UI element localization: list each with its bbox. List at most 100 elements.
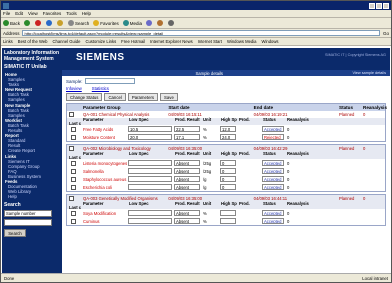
link-windows[interactable]: Windows: [262, 39, 279, 44]
high-spec-field[interactable]: [220, 218, 236, 224]
link-free-hotmail[interactable]: Free Hotmail: [121, 39, 145, 44]
high-spec-field[interactable]: 0: [220, 184, 236, 190]
status-field[interactable]: Accepted: [262, 160, 284, 166]
high-spec-field[interactable]: 0: [220, 160, 236, 166]
stop-button[interactable]: [35, 20, 42, 26]
menu-view[interactable]: View: [28, 11, 38, 16]
result-field[interactable]: Absent: [174, 160, 200, 166]
parameter-name[interactable]: Staphylococcus aureus: [81, 177, 127, 182]
parameter-name[interactable]: Free Fatty Acids: [81, 127, 127, 132]
result-field[interactable]: Absent: [174, 218, 200, 224]
result-field[interactable]: Absent: [174, 168, 200, 174]
low-spec-field[interactable]: [128, 160, 172, 166]
parameter-name[interactable]: Soya Modification: [81, 211, 127, 216]
status-field[interactable]: Accepted: [262, 126, 284, 132]
save-button[interactable]: Save: [160, 93, 178, 101]
parameter-checkbox[interactable]: [71, 168, 76, 174]
parameter-row[interactable]: Free Fatty Acids 10.5 22.5% 12.0 Accepted 0: [67, 125, 385, 133]
parameter-name[interactable]: Moisture Content: [81, 135, 127, 140]
search-input[interactable]: [4, 219, 52, 227]
status-field[interactable]: Accepted: [262, 184, 284, 190]
result-field[interactable]: Absent: [174, 184, 200, 190]
status-field[interactable]: Accepted: [262, 168, 284, 174]
result-field[interactable]: Absent: [174, 176, 200, 182]
menu-file[interactable]: File: [3, 11, 10, 16]
search-button[interactable]: Search: [68, 20, 89, 26]
high-spec-field[interactable]: 0: [220, 168, 236, 174]
parameter-row[interactable]: Staphylococcus aureus Absent/g 0 Accepted 0: [67, 175, 385, 183]
parameter-checkbox[interactable]: [71, 210, 76, 216]
maximize-button[interactable]: [376, 2, 382, 9]
link-windows-media[interactable]: Windows Media: [227, 39, 257, 44]
parameter-name[interactable]: Cuminus: [81, 219, 127, 224]
high-spec-field[interactable]: 12.0: [220, 126, 236, 132]
close-button[interactable]: [383, 2, 389, 9]
search-type-select[interactable]: Sample number: [4, 210, 52, 218]
parameter-checkbox[interactable]: [71, 160, 76, 166]
back-button[interactable]: Back: [3, 20, 20, 26]
media-button[interactable]: Media: [122, 20, 142, 26]
minimize-button[interactable]: [369, 2, 375, 9]
link-channel-guide[interactable]: Channel Guide: [53, 39, 81, 44]
result-field[interactable]: 17.1: [174, 134, 200, 140]
group-checkbox[interactable]: [69, 196, 74, 201]
low-spec-field[interactable]: [128, 176, 172, 182]
group-checkbox[interactable]: [69, 112, 74, 117]
menu-favorites[interactable]: Favorites: [43, 11, 62, 16]
print-button[interactable]: [168, 20, 175, 26]
high-spec-field[interactable]: [220, 210, 236, 216]
parameter-row[interactable]: Soya Modification Absent% Accepted 0: [67, 209, 385, 217]
parameter-checkbox[interactable]: [71, 176, 76, 182]
parameter-name[interactable]: Listeria monocytogenes: [81, 161, 127, 166]
link-ie-news[interactable]: Internet Explorer News: [150, 39, 193, 44]
low-spec-field[interactable]: [128, 184, 172, 190]
search-submit-button[interactable]: Search: [4, 229, 26, 238]
address-input[interactable]: http://localhost/lims/lims.tc4/default.a…: [21, 30, 380, 36]
result-field[interactable]: Absent: [174, 210, 200, 216]
sample-field[interactable]: [84, 78, 135, 84]
tab-statistics[interactable]: Statistics: [92, 86, 109, 91]
high-spec-field[interactable]: 24.0: [220, 134, 236, 140]
parameter-checkbox[interactable]: [71, 184, 76, 190]
status-field[interactable]: Accepted: [262, 176, 284, 182]
low-spec-field[interactable]: [128, 218, 172, 224]
tab-infoview[interactable]: Infoview: [66, 86, 82, 91]
link-customize-links[interactable]: Customize Links: [85, 39, 116, 44]
status-field[interactable]: Accepted: [262, 210, 284, 216]
sidebar-item[interactable]: Help: [4, 194, 60, 199]
mail-button[interactable]: [157, 20, 164, 26]
parameter-row[interactable]: Salmonella Absent/25g 0 Accepted 0: [67, 167, 385, 175]
parameter-checkbox[interactable]: [71, 218, 76, 224]
low-spec-field[interactable]: 10.5: [128, 126, 172, 132]
refresh-button[interactable]: [46, 20, 53, 26]
history-button[interactable]: [146, 20, 153, 26]
parameter-row[interactable]: Cuminus Absent% Accepted 0: [67, 217, 385, 225]
parameter-row[interactable]: Listeria monocytogenes Absent/25g 0 Accepte…: [67, 159, 385, 167]
parameter-row[interactable]: Escherichia coli Absent/g 0 Accepted 0: [67, 183, 385, 191]
parameter-name[interactable]: Salmonella: [81, 169, 127, 174]
favorites-button[interactable]: Favorites: [93, 20, 119, 26]
go-button[interactable]: Go: [383, 31, 389, 36]
group-checkbox[interactable]: [69, 146, 74, 151]
link-internet-start[interactable]: Internet Start: [198, 39, 222, 44]
parameters-button[interactable]: Parameters: [127, 93, 159, 101]
low-spec-field[interactable]: [128, 168, 172, 174]
parameter-row[interactable]: Moisture Content 20.0 17.1% 24.0 Rejected 0: [67, 133, 385, 141]
low-spec-field[interactable]: 20.0: [128, 134, 172, 140]
parameter-checkbox[interactable]: [71, 126, 76, 132]
parameter-name[interactable]: Escherichia coli: [81, 185, 127, 190]
menu-help[interactable]: Help: [82, 11, 91, 16]
status-field[interactable]: Accepted: [262, 218, 284, 224]
cancel-button[interactable]: Cancel: [104, 93, 126, 101]
menu-tools[interactable]: Tools: [66, 11, 77, 16]
status-field[interactable]: Rejected: [262, 134, 284, 140]
forward-button[interactable]: [24, 20, 31, 26]
link-best-of-web[interactable]: Best of the Web: [18, 39, 48, 44]
high-spec-field[interactable]: 0: [220, 176, 236, 182]
parameter-checkbox[interactable]: [71, 134, 76, 140]
menu-edit[interactable]: Edit: [15, 11, 23, 16]
result-field[interactable]: 22.5: [174, 126, 200, 132]
home-button[interactable]: [57, 20, 64, 26]
low-spec-field[interactable]: [128, 210, 172, 216]
sub-header-right[interactable]: View sample details: [353, 71, 387, 75]
